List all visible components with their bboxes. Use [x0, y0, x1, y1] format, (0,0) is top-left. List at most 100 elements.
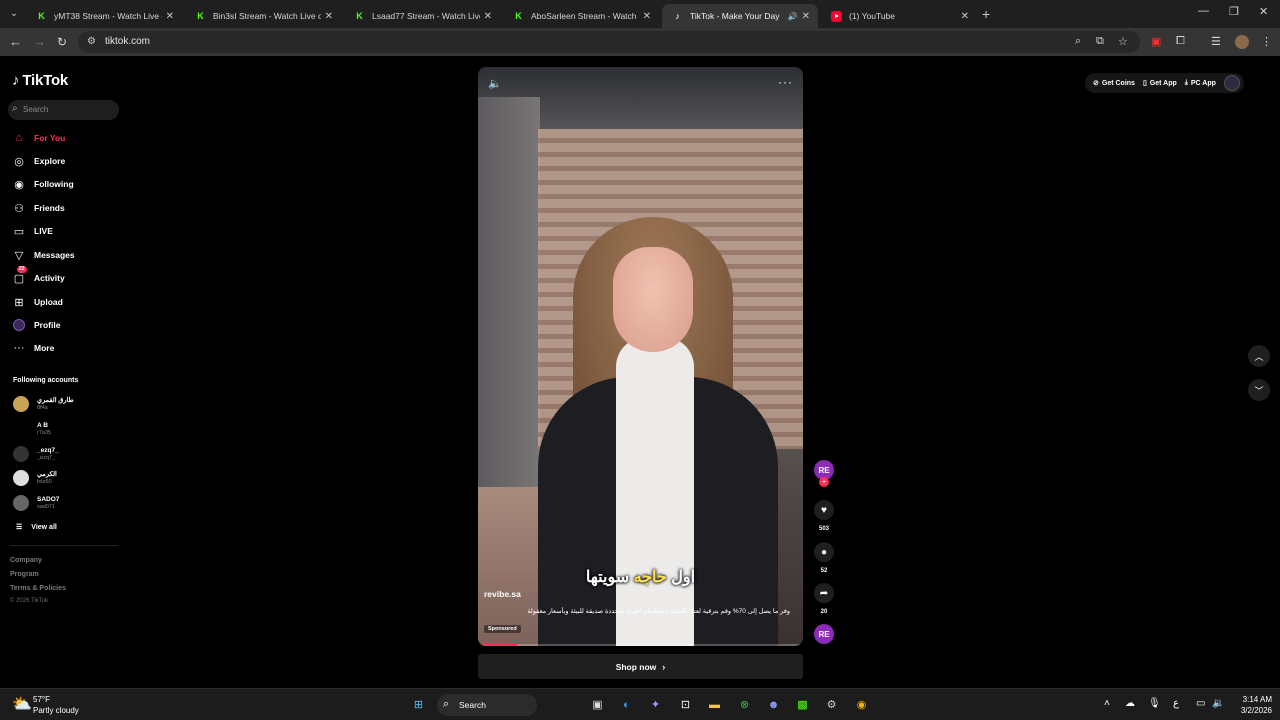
close-window-icon[interactable]: ✕	[1259, 5, 1268, 18]
xbox-icon[interactable]: ⊗	[736, 696, 753, 713]
nav-upload[interactable]: ⊞ Upload	[11, 294, 62, 310]
music-disc[interactable]: RE	[814, 624, 834, 644]
video-author[interactable]: revibe.sa	[484, 589, 521, 599]
tab-close-icon[interactable]: ✕	[961, 11, 969, 22]
get-coins-button[interactable]: ⊘ Get Coins	[1093, 79, 1135, 88]
taskbar-search[interactable]: ⌕ Search	[437, 694, 537, 716]
nav-live[interactable]: ▭ LIVE	[11, 223, 53, 239]
store-icon[interactable]: ⊡	[677, 696, 694, 713]
extensions-puzzle-icon[interactable]: ⧠	[1176, 35, 1185, 48]
tab-abosarleen[interactable]: K AboSarleen Stream - Watch Live ✕	[503, 4, 659, 28]
browser-menu-icon[interactable]: ⋮	[1261, 35, 1272, 48]
shop-now-button[interactable]: Shop now ›	[478, 654, 803, 679]
account-item[interactable]: طارق القمري 8f4a	[13, 396, 74, 412]
next-video-button[interactable]: ﹀	[1248, 379, 1270, 401]
nav-explore[interactable]: ◎ Explore	[11, 153, 65, 169]
media-controls-icon[interactable]: ☰	[1211, 35, 1221, 48]
account-item[interactable]: SADO7 sad071	[13, 495, 59, 511]
nav-profile[interactable]: Profile	[11, 317, 60, 333]
nav-following[interactable]: ◉ Following	[11, 176, 74, 192]
weather-icon[interactable]: ⛅	[12, 694, 32, 714]
previous-video-button[interactable]: ︿	[1248, 345, 1270, 367]
weather-temp[interactable]: 57°F	[33, 695, 50, 704]
profile-avatar[interactable]	[1223, 75, 1240, 91]
tab-tiktok[interactable]: ♪ TikTok - Make Your Day 🔊 ✕	[662, 4, 818, 28]
logo-text: TikTok	[22, 72, 69, 89]
tab-lsaad77[interactable]: K Lsaad77 Stream - Watch Live on ✕	[344, 4, 500, 28]
edge-icon[interactable]: ◐	[618, 696, 635, 713]
nav-messages[interactable]: ▽ Messages	[11, 247, 75, 263]
nav-for-you[interactable]: ⌂ For You	[11, 130, 66, 146]
tab-label: AboSarleen Stream - Watch Live	[531, 11, 639, 21]
tiktok-logo[interactable]: ♪ TikTok	[12, 72, 68, 89]
get-app-button[interactable]: ▯ Get App	[1143, 79, 1177, 88]
account-item[interactable]: A B r7a35	[13, 421, 51, 437]
view-all-button[interactable]: ☰ View all	[16, 523, 57, 532]
tab-bin3si[interactable]: K Bin3sI Stream - Watch Live on K ✕	[185, 4, 341, 28]
extension-icon[interactable]: ▣	[1151, 35, 1161, 48]
search-input[interactable]: ⌕ Search	[8, 100, 119, 120]
friends-icon: ⚇	[14, 202, 24, 215]
account-item[interactable]: الكرمي fxtz60	[13, 470, 57, 486]
volume-icon[interactable]: 🔈	[488, 77, 502, 90]
minimize-icon[interactable]: —	[1198, 5, 1209, 17]
like-button[interactable]: ♥	[814, 500, 834, 520]
video-player[interactable]: 🔈 ··· اول حاجه سويتها revibe.sa وفر ما ي…	[478, 67, 803, 646]
tab-ymt38[interactable]: K yMT38 Stream - Watch Live on ✕	[26, 4, 182, 28]
copilot-icon[interactable]: ✦	[647, 696, 664, 713]
tab-close-icon[interactable]: ✕	[484, 11, 492, 22]
weather-desc[interactable]: Partly cloudy	[33, 706, 79, 715]
microphone-icon[interactable]: 🎙	[1148, 698, 1161, 709]
kick-app-icon[interactable]: ▩	[794, 696, 811, 713]
nav-more[interactable]: ··· More	[11, 340, 55, 356]
account-item[interactable]: _ezq7_ _ezq7_	[13, 446, 59, 462]
footer-company[interactable]: Company	[10, 557, 42, 564]
back-icon[interactable]: ←	[9, 34, 22, 50]
language-icon[interactable]: ع	[1173, 698, 1179, 709]
task-view-icon[interactable]: ▣	[589, 696, 606, 713]
tab-youtube[interactable]: (1) YouTube ✕	[821, 4, 977, 28]
tab-close-icon[interactable]: ✕	[802, 11, 810, 22]
bookmark-star-icon[interactable]: ☆	[1118, 35, 1128, 48]
heart-icon: ♥	[821, 504, 827, 516]
reload-icon[interactable]: ↻	[57, 34, 67, 50]
tab-close-icon[interactable]: ✕	[643, 11, 651, 22]
comment-button[interactable]: ●	[814, 542, 834, 562]
tab-close-icon[interactable]: ✕	[325, 11, 333, 22]
tab-search-icon[interactable]: ⌄	[6, 6, 22, 22]
nav-friends[interactable]: ⚇ Friends	[11, 200, 65, 216]
new-tab-button[interactable]: +	[982, 6, 990, 22]
more-options-icon[interactable]: ···	[778, 75, 793, 89]
nav-label: More	[34, 343, 55, 353]
speaker-icon[interactable]: 🔊	[788, 12, 798, 21]
volume-tray-icon[interactable]: 🔉	[1212, 698, 1224, 709]
windows-start-icon[interactable]: ⊞	[410, 696, 427, 713]
youtube-icon	[831, 10, 842, 22]
maximize-icon[interactable]: ❐	[1229, 5, 1239, 18]
follow-plus-icon[interactable]: +	[819, 477, 829, 487]
network-icon[interactable]: ▭	[1196, 698, 1205, 709]
nav-label: Following	[34, 179, 74, 189]
video-progress-bar[interactable]	[478, 644, 803, 646]
zoom-icon[interactable]: ⌕	[1075, 35, 1081, 48]
pc-app-button[interactable]: ⤓ PC App	[1185, 79, 1216, 87]
footer-terms[interactable]: Terms & Policies	[10, 585, 66, 592]
address-bar[interactable]: ⚙ tiktok.com ⌕ ⧉ ☆	[78, 31, 1140, 53]
onedrive-icon[interactable]: ☁	[1125, 698, 1135, 709]
tab-close-icon[interactable]: ✕	[166, 11, 174, 22]
footer-program[interactable]: Program	[10, 571, 39, 578]
share-button[interactable]: ➦	[814, 583, 834, 603]
tray-chevron-icon[interactable]: ˄	[1104, 698, 1110, 709]
url-text[interactable]: tiktok.com	[105, 36, 150, 47]
settings-icon[interactable]: ⚙	[823, 696, 840, 713]
system-clock[interactable]: 3:14 AM 3/2/2026	[1230, 694, 1272, 716]
account-handle: r7a35	[37, 429, 52, 436]
site-info-icon[interactable]: ⚙	[87, 36, 96, 47]
nav-activity[interactable]: ▢ 22 Activity	[11, 266, 65, 286]
forward-icon[interactable]: →	[33, 34, 46, 50]
discord-icon[interactable]: ☻	[765, 696, 782, 713]
file-explorer-icon[interactable]: ▬	[706, 696, 723, 713]
chrome-icon[interactable]: ◉	[853, 696, 870, 713]
install-app-icon[interactable]: ⧉	[1096, 35, 1104, 48]
browser-profile-avatar[interactable]	[1235, 35, 1249, 49]
